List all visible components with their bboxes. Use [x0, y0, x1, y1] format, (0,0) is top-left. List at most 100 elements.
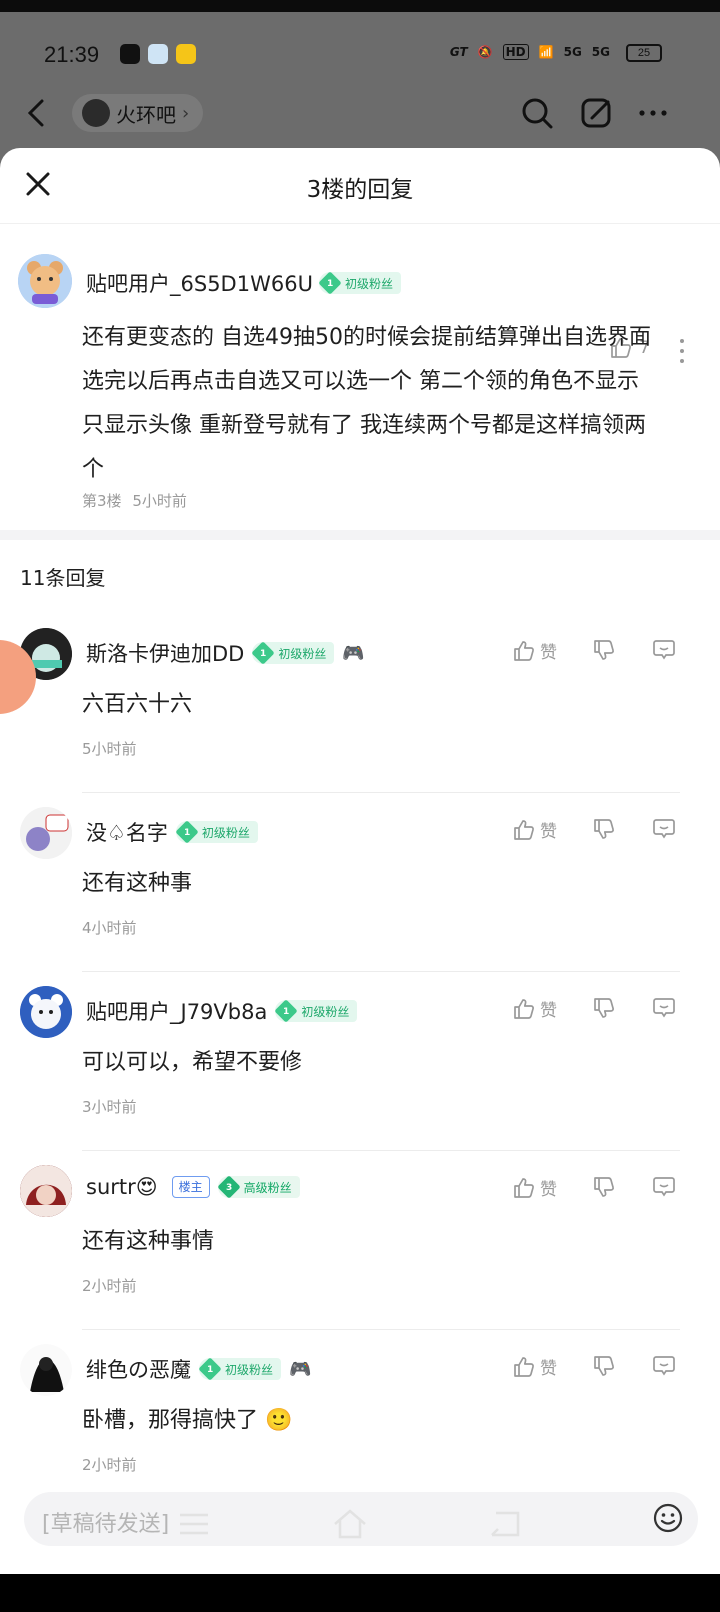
status-time: 21:39: [44, 42, 100, 67]
thumbs-down-icon[interactable]: [592, 638, 616, 662]
meituan-icon: [176, 44, 196, 64]
reply-list: 斯洛卡伊迪加DD 1 初级粉丝 🎮 赞 六百六十六 5小时前 没♤名字 1 初级粉丝: [0, 614, 720, 1509]
floor-number: 第3楼: [82, 492, 122, 510]
search-icon[interactable]: [520, 96, 554, 130]
avatar[interactable]: [20, 807, 72, 859]
fan-level-badge: 1 初级粉丝: [274, 999, 358, 1023]
thumbs-down-icon[interactable]: [592, 817, 616, 841]
reply-text: 还有这种事: [82, 871, 193, 896]
like-button[interactable]: 赞: [512, 996, 557, 1021]
top-edge: [0, 0, 720, 12]
chevron-right-icon: ›: [182, 102, 190, 124]
list-item: 贴吧用户_J79Vb8a 1 初级粉丝 赞 可以可以，希望不要修 3小时前: [0, 972, 720, 1151]
thumbs-up-icon: [514, 1177, 534, 1198]
owner-badge: 楼主: [171, 1176, 210, 1198]
section-divider: [0, 530, 720, 540]
thumbs-up-icon: [514, 1356, 534, 1377]
avatar[interactable]: [20, 1165, 72, 1217]
reply-text: 六百六十六: [82, 692, 193, 717]
avatar-image: [20, 1344, 72, 1396]
comment-icon[interactable]: [652, 817, 676, 841]
thumbs-up-icon: [514, 998, 534, 1019]
main-post-content: 还有更变态的 自选49抽50的时候会提前结算弹出自选界面 选完以后再点击自选又可…: [82, 316, 700, 492]
thumbs-down-icon[interactable]: [592, 1354, 616, 1378]
avatar-image: [20, 986, 72, 1038]
avatar[interactable]: [20, 1344, 72, 1396]
reply-namerow: surtr😍 楼主 3 高级粉丝: [86, 1175, 300, 1199]
reply-sheet: 3楼的回复 贴吧用户_6S5D1W66U 1 初级粉丝 7 还有更变态的 自选49…: [0, 148, 720, 1596]
comment-icon[interactable]: [652, 1175, 676, 1199]
thumbs-up-icon: [514, 640, 534, 661]
reply-username[interactable]: 没♤名字: [86, 817, 168, 847]
fan-level-badge: 3 高级粉丝: [217, 1175, 300, 1199]
reply-namerow: 没♤名字 1 初级粉丝: [86, 817, 258, 847]
back-arrow-icon[interactable]: [24, 98, 48, 128]
list-item: 绯色の恶魔 1 初级粉丝 🎮 赞 卧槽，那得搞快了 🙂 2小时前: [0, 1330, 720, 1509]
reply-username[interactable]: surtr😍: [86, 1175, 158, 1199]
gamepad-icon: 🎮: [342, 642, 365, 664]
emoji-icon[interactable]: [652, 1502, 684, 1534]
status-bar: 21:39 GT 🔕 HD 📶 5G 5G 25: [0, 12, 720, 96]
more-horizontal-icon[interactable]: [636, 96, 670, 130]
avatar-image: [20, 807, 72, 859]
comment-icon[interactable]: [652, 638, 676, 662]
main-post-meta: 第3楼 5小时前: [82, 490, 187, 511]
forum-chip[interactable]: 火环吧 ›: [72, 94, 204, 132]
like-label: 赞: [540, 1180, 557, 1200]
thumbs-down-icon[interactable]: [592, 1175, 616, 1199]
forum-avatar: [82, 99, 110, 127]
reply-count: 11条回复: [20, 566, 106, 590]
reply-namerow: 斯洛卡伊迪加DD 1 初级粉丝 🎮: [86, 638, 365, 668]
avatar[interactable]: [18, 254, 72, 308]
like-label: 赞: [540, 1001, 557, 1021]
reply-namerow: 贴吧用户_J79Vb8a 1 初级粉丝: [86, 996, 358, 1026]
list-item: 没♤名字 1 初级粉丝 赞 还有这种事 4小时前: [0, 793, 720, 972]
reply-time: 2小时前: [82, 1277, 137, 1295]
sheet-title: 3楼的回复: [306, 177, 414, 203]
main-post-namerow: 贴吧用户_6S5D1W66U 1 初级粉丝: [86, 268, 401, 298]
status-icons: GT 🔕 HD 📶 5G 5G: [450, 44, 610, 60]
like-button[interactable]: 赞: [512, 638, 557, 663]
avatar[interactable]: [20, 986, 72, 1038]
list-item: surtr😍 楼主 3 高级粉丝 赞 还有这种事情 2小时前: [0, 1151, 720, 1330]
signal-2: 5G: [591, 45, 610, 59]
reply-text: 可以可以，希望不要修: [82, 1050, 303, 1075]
reply-time: 2小时前: [82, 1456, 137, 1474]
content-line: 只显示头像 重新登号就有了 我连续两个号都是这样搞领两: [82, 413, 646, 438]
fan-level-badge: 1 初级粉丝: [318, 271, 401, 295]
reply-username[interactable]: 绯色の恶魔: [86, 1354, 191, 1384]
reply-text: 还有这种事情: [82, 1229, 215, 1254]
content-line: 个: [82, 457, 105, 482]
list-item: 斯洛卡伊迪加DD 1 初级粉丝 🎮 赞 六百六十六 5小时前: [0, 614, 720, 793]
content-line: 选完以后再点击自选又可以选一个 第二个领的角色不显示: [82, 369, 639, 394]
reply-time: 5小时前: [82, 740, 137, 758]
main-post-username[interactable]: 贴吧用户_6S5D1W66U: [86, 268, 313, 298]
like-button[interactable]: 赞: [512, 1175, 557, 1200]
tiktok-icon: [120, 44, 140, 64]
forum-name: 火环吧: [116, 102, 176, 127]
app-icon: [148, 44, 168, 64]
bottom-edge: [0, 1574, 720, 1612]
bear-avatar-icon: [18, 254, 72, 308]
like-label: 赞: [540, 822, 557, 842]
reply-time: 4小时前: [82, 919, 137, 937]
reply-username[interactable]: 斯洛卡伊迪加DD: [86, 638, 244, 668]
thumbs-up-icon: [514, 819, 534, 840]
reply-username[interactable]: 贴吧用户_J79Vb8a: [86, 996, 267, 1026]
gamepad-icon: 🎮: [289, 1358, 312, 1380]
post-time: 5小时前: [132, 492, 187, 510]
comment-icon[interactable]: [652, 996, 676, 1020]
compose-icon[interactable]: [580, 96, 614, 130]
avatar-image: [20, 1165, 72, 1217]
fan-level-badge: 1 初级粉丝: [175, 820, 258, 844]
thumbs-down-icon[interactable]: [592, 996, 616, 1020]
reply-time: 3小时前: [82, 1098, 137, 1116]
like-label: 赞: [540, 1359, 557, 1379]
signal-1: 5G: [563, 45, 582, 59]
comment-icon[interactable]: [652, 1354, 676, 1378]
content-line: 还有更变态的 自选49抽50的时候会提前结算弹出自选界面: [82, 325, 651, 350]
hd-label: HD: [502, 44, 529, 60]
mute-bell-icon: 🔕: [477, 45, 493, 59]
like-button[interactable]: 赞: [512, 1354, 557, 1379]
like-button[interactable]: 赞: [512, 817, 557, 842]
